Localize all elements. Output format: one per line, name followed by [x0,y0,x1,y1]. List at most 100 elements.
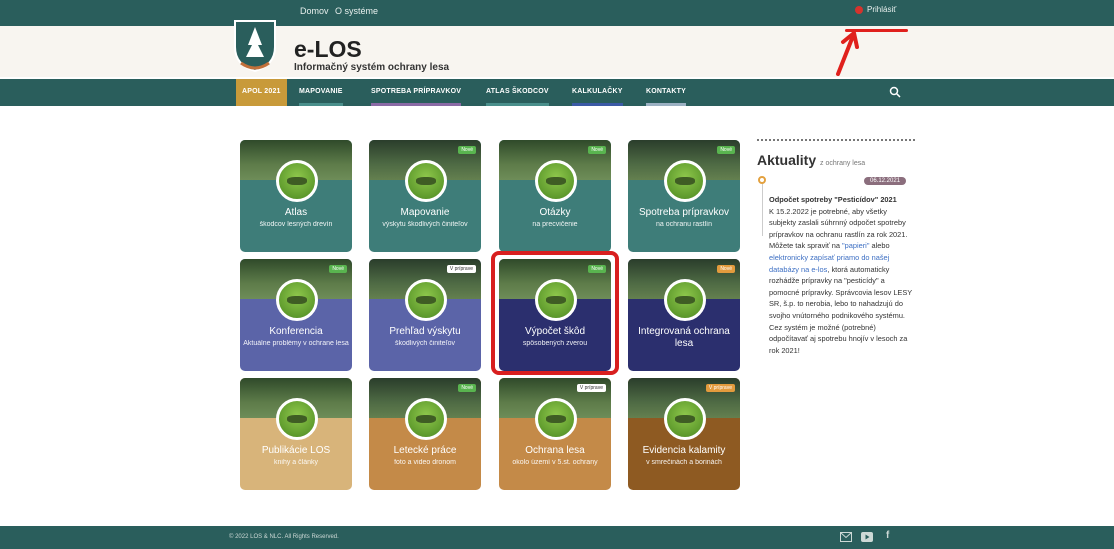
tile-subtitle: okolo území v 5.st. ochrany [512,459,598,466]
deer-logo-icon [276,398,318,440]
news-date: 06.12.2021 [864,177,907,185]
login-label: Prihlásiť [867,5,897,14]
deer-silhouette [675,177,695,185]
news-heading-sub: z ochrany lesa [820,160,866,167]
brand-tagline: Informačný systém ochrany lesa [294,62,450,73]
mail-icon[interactable] [840,532,852,542]
tile-badge: Nové [458,146,476,154]
tile-subtitle: Aktuálne problémy v ochrane lesa [243,340,349,347]
tile-card[interactable]: Otázky na precvičenie Nové [499,140,611,252]
link-paper[interactable]: "papieri" [842,241,869,250]
tile-subtitle: na ochranu rastlín [655,221,713,228]
news-text-3: , ktorá automaticky rozhádže prípravky n… [769,264,913,355]
tile-title: Mapovanie [400,207,450,218]
deer-logo-icon [276,160,318,202]
tile-title: Prehľad výskytu [389,326,461,337]
deer-silhouette [287,177,307,185]
tile-title: Otázky [539,207,571,218]
nav-item-kontakty[interactable]: KONTAKTY [646,79,686,106]
copyright: © 2022 LOS & NLC. All Rights Reserved. [229,534,339,540]
tile-subtitle: foto a video dronom [394,459,456,466]
tile-subtitle: škodlivých činiteľov [394,340,455,347]
timeline-dot-icon [758,176,766,184]
tile-subtitle: výskytu škodlivých činiteľov [382,221,468,228]
news-item-title[interactable]: Odpočet spotreby "Pesticídov" 2021 [769,194,915,206]
tile-card[interactable]: Evidencia kalamity v smrečinách a borinác… [628,378,740,490]
main-nav: APOL 2021 MAPOVANIE SPOTREBA PRÍPRAVKOV … [0,79,1114,106]
tile-title: Konferencia [269,326,323,337]
login-link[interactable]: Prihlásiť [855,5,896,14]
deer-logo-icon [535,398,577,440]
site-header [0,26,1114,77]
nav-accent [486,103,549,106]
nav-item-label: MAPOVANIE [299,88,343,95]
tile-title: Atlas [284,207,308,218]
tile-badge: Nové [329,265,347,273]
tile-card[interactable]: Mapovanie výskytu škodlivých činiteľov Nov… [369,140,481,252]
annotation-highlight-box [491,251,619,375]
tile-title: Letecké práce [393,445,457,456]
tile-title: Spotreba prípravkov [638,207,730,218]
top-bar: Domov O systéme Prihlásiť [0,0,1114,26]
tile-badge: V príprave [705,384,735,392]
tile-card[interactable]: Prehľad výskytu škodlivých činiteľov V prí… [369,259,481,371]
tile-title: Evidencia kalamity [642,445,726,456]
tile-card[interactable]: Letecké práce foto a video dronom Nové [369,378,481,490]
tile-title: Integrovaná ochrana lesa [638,326,730,349]
nav-item-apol[interactable]: APOL 2021 [236,79,287,106]
tile-subtitle: v smrečinách a borinách [646,459,722,466]
brand-name: e-LOS [294,36,362,62]
news-timeline [762,178,763,236]
nav-item-label: KALKULAČKY [572,88,623,95]
tile-card[interactable]: Ochrana lesa okolo území v 5.st. ochrany V… [499,378,611,490]
news-heading-text: Aktuality [757,152,817,168]
nav-item-mapovanie[interactable]: MAPOVANIE [299,79,343,106]
facebook-icon[interactable]: f [886,530,889,541]
tile-card[interactable]: Publikácie LOS knihy a články [240,378,352,490]
nav-accent [299,103,343,106]
nav-accent [572,103,623,106]
tile-badge: V príprave [446,265,476,273]
deer-silhouette [287,415,307,423]
tile-badge: Nové [458,384,476,392]
deer-silhouette [287,296,307,304]
nav-item-spotreba[interactable]: SPOTREBA PRÍPRAVKOV [371,79,462,106]
news-divider [757,139,915,141]
user-icon [855,5,863,14]
deer-logo-icon [664,279,706,321]
deer-silhouette [416,296,436,304]
home-link[interactable]: Domov [300,6,329,16]
deer-silhouette [546,415,566,423]
annotation-arrow-icon [836,31,859,76]
deer-silhouette [416,177,436,185]
elos-logo[interactable] [231,17,279,73]
tile-card[interactable]: Atlas škodcov lesných drevín [240,140,352,252]
deer-logo-icon [664,398,706,440]
nav-item-kalkulacky[interactable]: KALKULAČKY [572,79,623,106]
tile-badge: Nové [717,146,735,154]
search-icon[interactable] [889,86,901,98]
tile-badge: Nové [588,146,606,154]
nav-item-label: SPOTREBA PRÍPRAVKOV [371,88,462,95]
youtube-icon[interactable] [861,532,873,542]
tile-card[interactable]: Spotreba prípravkov na ochranu rastlín Nov… [628,140,740,252]
nav-item-label: KONTAKTY [646,88,686,95]
deer-logo-icon [405,279,447,321]
tile-subtitle: na precvičenie [532,221,578,228]
deer-logo-icon [405,398,447,440]
nav-item-atlas[interactable]: ATLAS ŠKODCOV [486,79,549,106]
tile-badge: Nové [717,265,735,273]
nav-item-label: ATLAS ŠKODCOV [486,88,549,95]
tile-card[interactable]: Integrovaná ochrana lesa Nové [628,259,740,371]
deer-logo-icon [664,160,706,202]
tile-card[interactable]: Konferencia Aktuálne problémy v ochrane l… [240,259,352,371]
news-text-2: alebo [869,241,890,251]
about-link[interactable]: O systéme [335,6,378,16]
deer-silhouette [416,415,436,423]
news-heading: Aktuality z ochrany lesa [757,152,865,168]
news-item: Odpočet spotreby "Pesticídov" 2021 K 15.… [769,194,915,356]
deer-silhouette [675,296,695,304]
tile-subtitle: škodcov lesných drevín [259,221,333,228]
deer-logo-icon [276,279,318,321]
tile-subtitle: knihy a články [274,459,318,466]
